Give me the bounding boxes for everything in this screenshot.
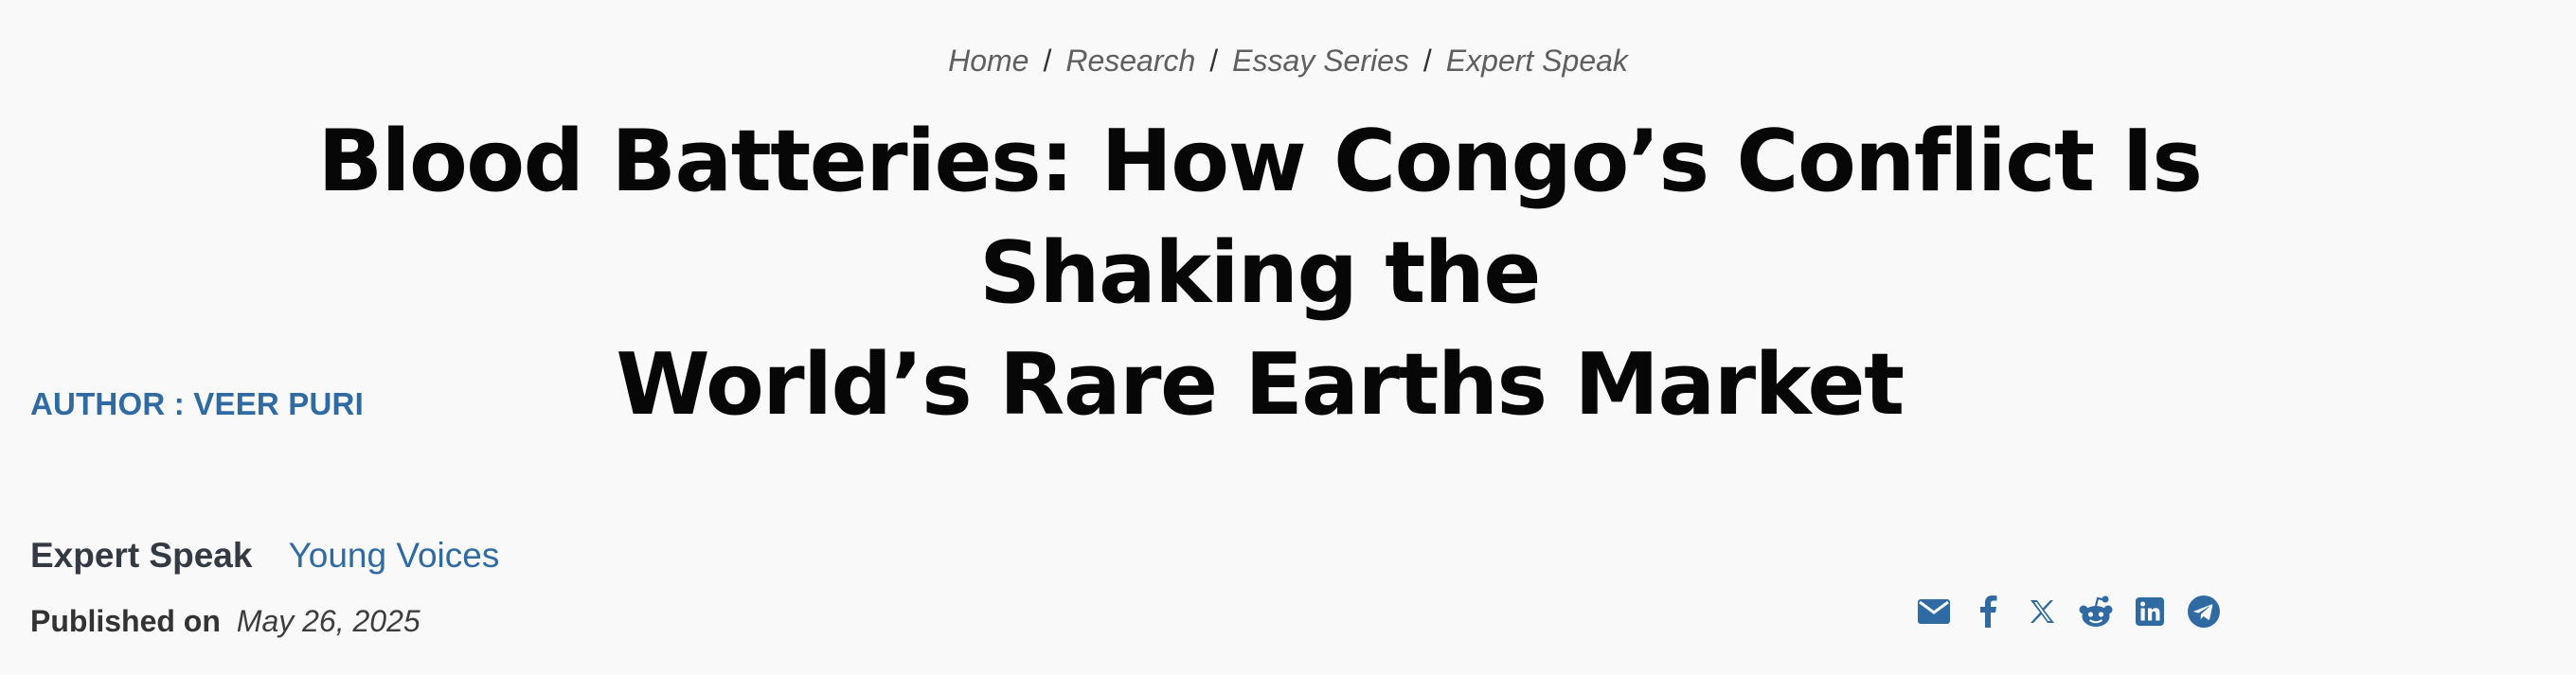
x-icon[interactable] — [2025, 595, 2059, 629]
published-date: May 26, 2025 — [236, 604, 420, 638]
article-title: Blood Batteries: How Congo’s Conflict Is… — [133, 106, 2387, 441]
share-bar — [1917, 595, 2241, 629]
article-header: Home / Research / Essay Series / Expert Speak … — [0, 0, 2576, 675]
published-info: Published on May 26, 2025 — [30, 604, 420, 639]
email-icon[interactable] — [1917, 595, 1951, 629]
article-title-line-1: Blood Batteries: How Congo’s Conflict Is… — [317, 112, 2203, 323]
article-title-line-2: World’s Rare Earths Market — [616, 335, 1905, 435]
facebook-icon[interactable] — [1971, 595, 2005, 629]
published-label: Published on — [30, 604, 221, 638]
breadcrumb-expert-speak[interactable]: Expert Speak — [1446, 44, 1628, 78]
category-expert-speak[interactable]: Expert Speak — [30, 536, 252, 576]
breadcrumb-research[interactable]: Research — [1065, 44, 1195, 78]
author-link[interactable]: AUTHOR : VEER PURI — [30, 386, 364, 422]
breadcrumb-separator: / — [1422, 44, 1432, 78]
linkedin-icon[interactable] — [2133, 595, 2167, 629]
breadcrumb: Home / Research / Essay Series / Expert Speak — [0, 44, 2576, 79]
telegram-icon[interactable] — [2187, 595, 2221, 629]
reddit-icon[interactable] — [2079, 595, 2113, 629]
breadcrumb-home[interactable]: Home — [948, 44, 1029, 78]
breadcrumb-separator: / — [1043, 44, 1052, 78]
category-tags: Expert Speak Young Voices — [30, 536, 499, 576]
breadcrumb-separator: / — [1209, 44, 1219, 78]
category-young-voices[interactable]: Young Voices — [288, 536, 499, 576]
breadcrumb-essay-series[interactable]: Essay Series — [1232, 44, 1409, 78]
